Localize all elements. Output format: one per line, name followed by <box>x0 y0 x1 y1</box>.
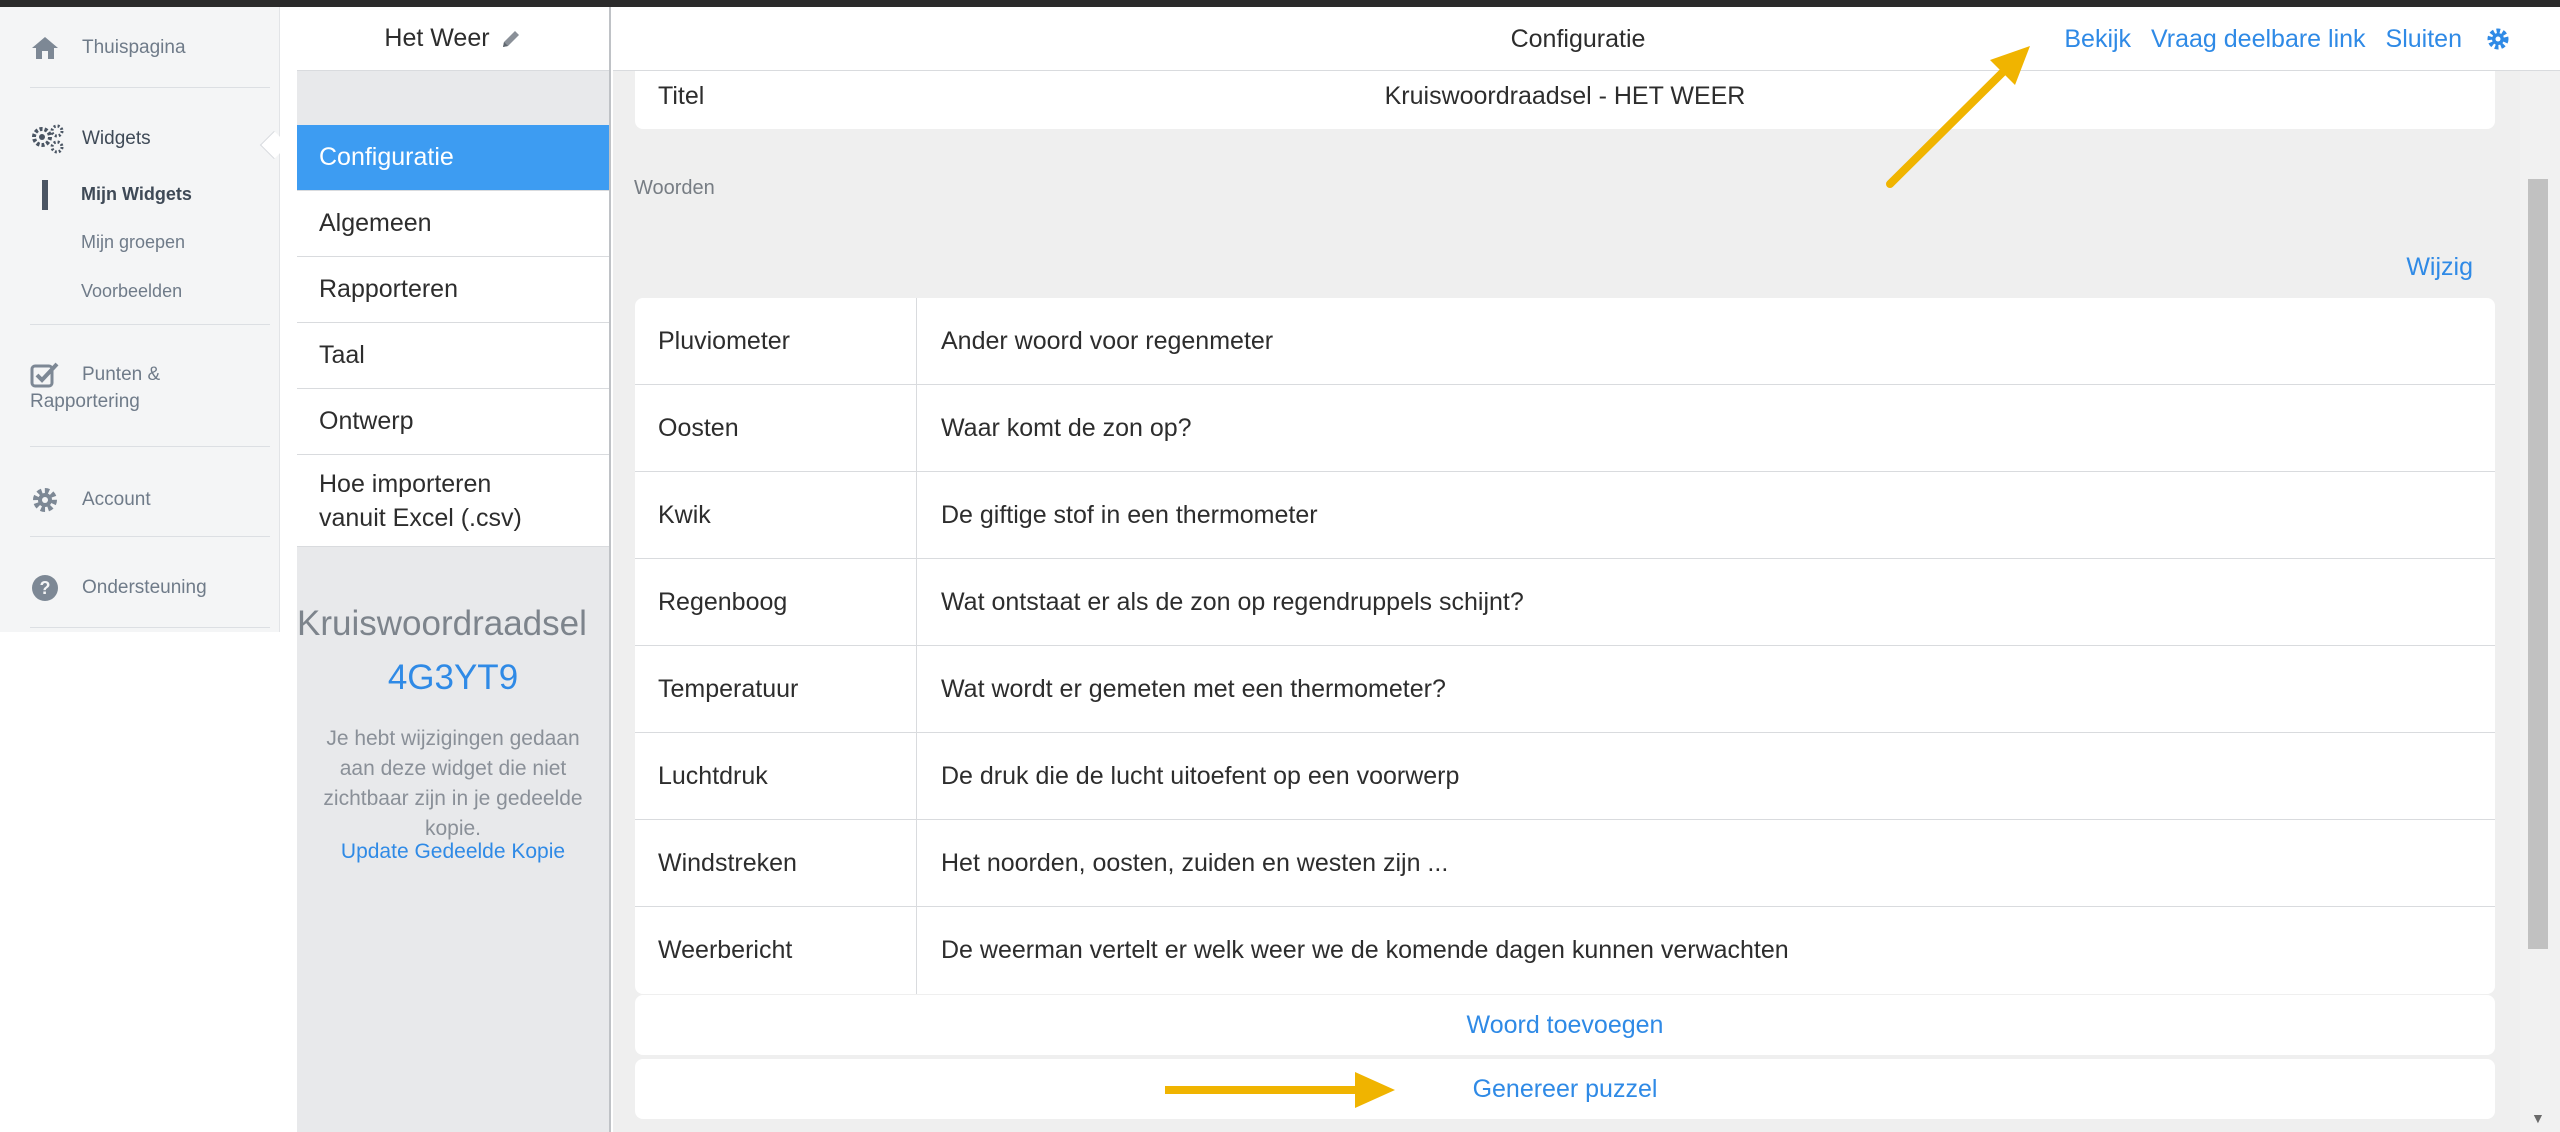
menu-ontwerp[interactable]: Ontwerp <box>297 389 609 455</box>
nav-widgets-label: Widgets <box>82 128 151 149</box>
home-icon <box>30 35 66 61</box>
widget-code: 4G3YT9 <box>387 658 519 697</box>
column-divider <box>916 907 917 994</box>
word-clue: De druk die de lucht uitoefent op een vo… <box>941 762 1460 790</box>
scrollbar-thumb[interactable] <box>2528 179 2548 949</box>
word-term: Temperatuur <box>658 675 799 703</box>
nav-support[interactable]: ? Ondersteuning <box>30 573 207 603</box>
column-divider <box>916 646 917 733</box>
menu-taal[interactable]: Taal <box>297 323 609 389</box>
word-clue: Ander woord voor regenmeter <box>941 327 1274 355</box>
update-shared-copy-link[interactable]: Update Gedeelde Kopie <box>297 840 609 864</box>
column-divider <box>916 385 917 472</box>
word-clue: Wat wordt er gemeten met een thermometer… <box>941 675 1446 703</box>
nav-home-label: Thuispagina <box>82 37 186 58</box>
vertical-scrollbar[interactable]: ▼ <box>2520 71 2560 1132</box>
nav-home[interactable]: Thuispagina <box>30 35 186 61</box>
word-term: Luchtdruk <box>658 762 768 790</box>
pencil-icon[interactable] <box>500 28 522 50</box>
words-section-label: Woorden <box>634 177 715 199</box>
nav-support-label: Ondersteuning <box>82 577 207 598</box>
column-divider <box>916 472 917 559</box>
edit-words-link[interactable]: Wijzig <box>2406 253 2473 282</box>
config-menu: Configuratie Algemeen Rapporteren Taal O… <box>297 125 609 547</box>
table-row[interactable]: Oosten Waar komt de zon op? <box>635 385 2495 472</box>
nav-points-label: Punten & <box>82 364 161 385</box>
settings-gear-icon[interactable] <box>2486 27 2510 51</box>
table-row[interactable]: Kwik De giftige stof in een thermometer <box>635 472 2495 559</box>
word-term: Weerbericht <box>658 936 793 964</box>
config-column: Het Weer Configuratie Algemeen Rapporter… <box>297 7 611 1132</box>
table-row[interactable]: Pluviometer Ander woord voor regenmeter <box>635 298 2495 385</box>
word-term: Regenboog <box>658 588 788 616</box>
table-row[interactable]: Temperatuur Wat wordt er gemeten met een… <box>635 646 2495 733</box>
window-top-bar <box>0 0 2560 7</box>
column-divider <box>916 298 917 385</box>
table-row[interactable]: Luchtdruk De druk die de lucht uitoefent… <box>635 733 2495 820</box>
word-clue: Wat ontstaat er als de zon op regendrupp… <box>941 588 1524 616</box>
main-header: Configuratie Bekijk Vraag deelbare link … <box>613 7 2560 71</box>
generate-puzzle-button[interactable]: Genereer puzzel <box>635 1059 2495 1119</box>
nav-my-widgets[interactable]: Mijn Widgets <box>81 184 192 205</box>
widget-title-header[interactable]: Het Weer <box>297 7 609 71</box>
widget-type: Kruiswoordraadsel <box>297 604 587 643</box>
words-table: Pluviometer Ander woord voor regenmeter … <box>635 298 2495 994</box>
nav-divider <box>30 324 270 325</box>
menu-configuratie[interactable]: Configuratie <box>297 125 609 191</box>
add-word-button[interactable]: Woord toevoegen <box>635 995 2495 1055</box>
word-clue: Het noorden, oosten, zuiden en westen zi… <box>941 849 1449 877</box>
nav-points-reporting[interactable]: Punten & Rapportering <box>30 361 160 413</box>
word-term: Kwik <box>658 501 711 529</box>
nav-widgets[interactable]: Widgets <box>30 123 151 155</box>
view-link[interactable]: Bekijk <box>2064 25 2131 54</box>
title-value: Kruiswoordraadsel - HET WEER <box>1384 81 1746 110</box>
gears-icon <box>30 123 66 155</box>
word-term: Oosten <box>658 414 739 442</box>
unsynced-changes-notice: Je hebt wijzigingen gedaan aan deze widg… <box>323 727 583 840</box>
gear-icon <box>30 485 66 515</box>
menu-import-line1: Hoe importeren <box>319 469 492 498</box>
main-navigation: Thuispagina Widgets Mijn Widgets Mijn gr… <box>0 7 280 632</box>
menu-rapporteren[interactable]: Rapporteren <box>297 257 609 323</box>
word-clue: De weerman vertelt er welk weer we de ko… <box>941 936 1789 964</box>
nav-divider <box>30 446 270 447</box>
word-clue: Waar komt de zon op? <box>941 414 1192 442</box>
nav-divider <box>30 627 270 628</box>
menu-import-excel[interactable]: Hoe importeren vanuit Excel (.csv) <box>297 455 609 547</box>
word-term: Pluviometer <box>658 327 790 355</box>
nav-account-label: Account <box>82 489 151 510</box>
svg-text:?: ? <box>40 578 51 598</box>
column-divider <box>916 559 917 646</box>
column-divider <box>916 820 917 907</box>
share-link[interactable]: Vraag deelbare link <box>2151 25 2366 54</box>
nav-reporting-label: Rapportering <box>30 391 140 412</box>
menu-algemeen[interactable]: Algemeen <box>297 191 609 257</box>
close-link[interactable]: Sluiten <box>2386 25 2462 54</box>
question-circle-icon: ? <box>30 573 66 603</box>
table-row[interactable]: Windstreken Het noorden, oosten, zuiden … <box>635 820 2495 907</box>
checkbox-icon <box>30 361 66 389</box>
nav-divider <box>30 536 270 537</box>
active-indicator <box>42 180 48 210</box>
menu-import-line2: vanuit Excel (.csv) <box>319 503 522 532</box>
nav-account[interactable]: Account <box>30 485 151 515</box>
header-actions: Bekijk Vraag deelbare link Sluiten <box>2064 7 2510 71</box>
word-clue: De giftige stof in een thermometer <box>941 501 1318 529</box>
main-panel: Configuratie Bekijk Vraag deelbare link … <box>613 7 2560 1132</box>
nav-examples[interactable]: Voorbeelden <box>81 281 182 302</box>
widget-title: Het Weer <box>384 24 490 52</box>
nav-my-groups[interactable]: Mijn groepen <box>81 232 185 253</box>
table-row[interactable]: Weerbericht De weerman vertelt er welk w… <box>635 907 2495 994</box>
column-divider <box>916 733 917 820</box>
title-field-card: Titel Kruiswoordraadsel - HET WEER <box>635 71 2495 129</box>
scroll-down-arrow-icon[interactable]: ▼ <box>2531 1111 2545 1125</box>
table-row[interactable]: Regenboog Wat ontstaat er als de zon op … <box>635 559 2495 646</box>
nav-divider <box>30 87 270 88</box>
word-term: Windstreken <box>658 849 797 877</box>
